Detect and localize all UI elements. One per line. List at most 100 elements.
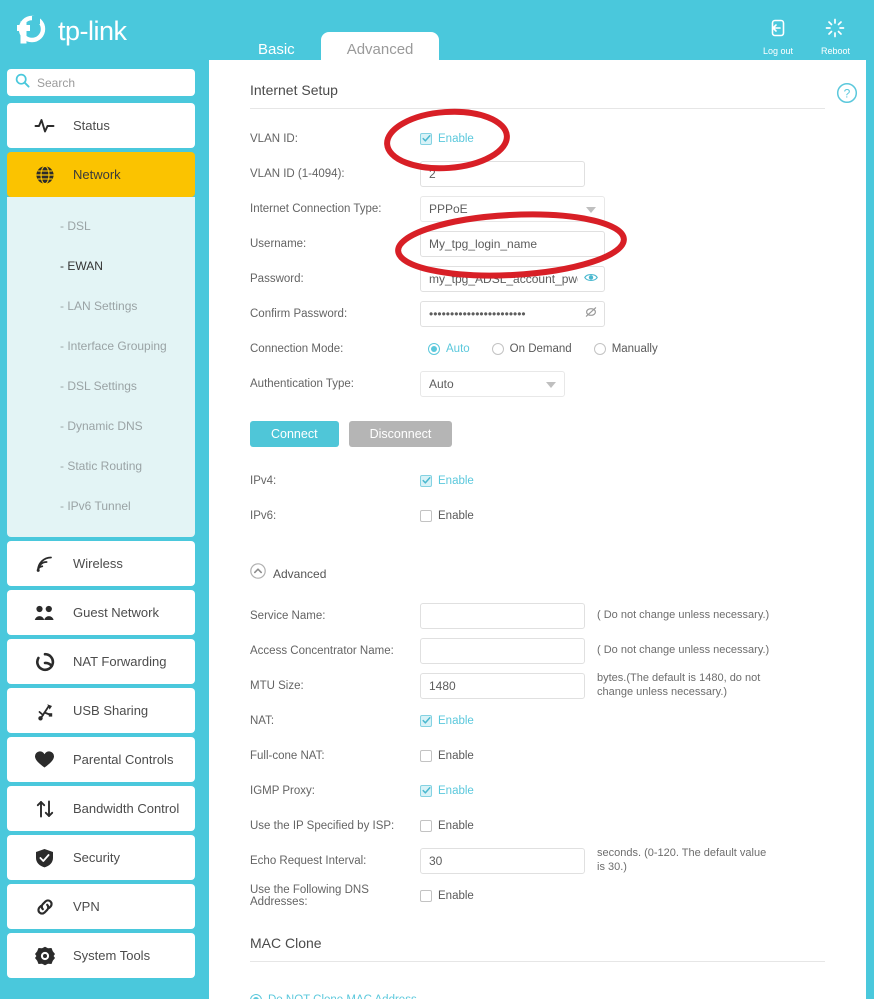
sidebar-item-label: Status bbox=[73, 118, 110, 133]
connect-button[interactable]: Connect bbox=[250, 421, 339, 447]
sidebar-subitem-lan-settings[interactable]: - LAN Settings bbox=[7, 286, 195, 326]
reboot-label: Reboot bbox=[820, 46, 850, 56]
question-mark-icon[interactable]: ? bbox=[836, 82, 858, 107]
sidebar-subitem-static-routing[interactable]: - Static Routing bbox=[7, 446, 195, 486]
disconnect-button[interactable]: Disconnect bbox=[348, 421, 453, 447]
sidebar-item-label: System Tools bbox=[73, 948, 151, 963]
row-username: Username: bbox=[250, 228, 825, 259]
conn-mode-manually-label: Manually bbox=[611, 342, 658, 355]
sidebar-subitem-ewan[interactable]: - EWAN bbox=[7, 246, 195, 286]
mtu-size-input[interactable] bbox=[420, 672, 585, 699]
fullcone-nat-checkbox[interactable]: Enable bbox=[420, 749, 474, 762]
nat-enable-label: Enable bbox=[438, 714, 474, 727]
sidebar-item-bandwidth-control[interactable]: Bandwidth Control bbox=[7, 786, 195, 831]
password-input[interactable] bbox=[420, 265, 605, 292]
sidebar-item-status[interactable]: Status bbox=[7, 103, 195, 148]
checkbox-box bbox=[420, 132, 432, 145]
mac-clone-options: Do NOT Clone MAC Address Clone Current C… bbox=[209, 984, 866, 999]
sidebar-item-usb-sharing[interactable]: USB Sharing bbox=[7, 688, 195, 733]
sidebar-nav: Status Network - DSL - EWAN - LAN Settin… bbox=[7, 103, 195, 982]
echo-request-input[interactable] bbox=[420, 847, 585, 874]
access-concentrator-hint: ( Do not change unless necessary.) bbox=[597, 643, 770, 656]
sidebar-item-wireless[interactable]: Wireless bbox=[7, 541, 195, 586]
section-title: Internet Setup bbox=[250, 82, 338, 98]
logout-button[interactable]: Log out bbox=[763, 18, 793, 56]
router-admin-page: tp-link Basic Advanced Log out Reboot Se… bbox=[0, 0, 874, 999]
tp-link-logo-icon bbox=[12, 10, 54, 52]
sidebar-subitem-dsl[interactable]: - DSL bbox=[7, 206, 195, 246]
radio-dot bbox=[593, 342, 606, 355]
sidebar-item-system-tools[interactable]: System Tools bbox=[7, 933, 195, 978]
radio-dot bbox=[250, 993, 262, 999]
wifi-icon bbox=[34, 553, 55, 574]
ipv6-enable-checkbox[interactable]: Enable bbox=[420, 509, 474, 522]
auth-type-select[interactable]: Auto bbox=[420, 370, 565, 397]
service-name-input[interactable] bbox=[420, 602, 585, 629]
connection-type-value: PPPoE bbox=[429, 201, 468, 216]
dns-addresses-checkbox[interactable]: Enable bbox=[420, 889, 474, 902]
sidebar-item-label: Bandwidth Control bbox=[73, 801, 180, 816]
access-concentrator-input[interactable] bbox=[420, 637, 585, 664]
gear-icon bbox=[34, 945, 55, 966]
sidebar-subitem-interface-grouping[interactable]: - Interface Grouping bbox=[7, 326, 195, 366]
echo-request-label: Echo Request Interval: bbox=[250, 854, 367, 867]
sidebar-item-nat-forwarding[interactable]: NAT Forwarding bbox=[7, 639, 195, 684]
sidebar-item-label: Network bbox=[73, 167, 121, 182]
row-vlan-range: VLAN ID (1-4094): bbox=[250, 158, 825, 189]
row-fullcone-nat: Full-cone NAT: Enable bbox=[250, 740, 825, 771]
checkbox-box bbox=[420, 474, 432, 487]
connection-buttons: Connect Disconnect bbox=[250, 421, 825, 447]
password-label: Password: bbox=[250, 272, 304, 285]
connection-type-select[interactable]: PPPoE bbox=[420, 195, 605, 222]
logout-label: Log out bbox=[762, 46, 793, 56]
sidebar-subitem-dynamic-dns[interactable]: - Dynamic DNS bbox=[7, 406, 195, 446]
vlan-id-input[interactable] bbox=[420, 160, 585, 187]
sidebar-item-vpn[interactable]: VPN bbox=[7, 884, 195, 929]
conn-mode-auto-radio[interactable]: Auto bbox=[428, 342, 470, 355]
sidebar-item-label: USB Sharing bbox=[73, 703, 149, 718]
sidebar-item-security[interactable]: Security bbox=[7, 835, 195, 880]
ipv6-enable-label: Enable bbox=[438, 509, 474, 522]
igmp-proxy-checkbox[interactable]: Enable bbox=[420, 784, 474, 797]
checkbox-box bbox=[420, 819, 432, 832]
advanced-toggle[interactable]: Advanced bbox=[250, 563, 825, 584]
nat-enable-checkbox[interactable]: Enable bbox=[420, 714, 474, 727]
igmp-proxy-enable-label: Enable bbox=[438, 784, 474, 797]
isp-ip-checkbox[interactable]: Enable bbox=[420, 819, 474, 832]
username-input[interactable] bbox=[420, 230, 605, 257]
row-dns-addresses: Use the Following DNS Addresses: Enable bbox=[250, 880, 825, 911]
row-password: Password: bbox=[250, 263, 825, 294]
eye-visible-icon[interactable] bbox=[584, 270, 598, 288]
eye-hidden-icon[interactable] bbox=[584, 305, 598, 323]
search-input[interactable] bbox=[37, 75, 182, 90]
internet-setup-form: VLAN ID: Enable VLAN ID (1-4094): 2 Inte… bbox=[209, 123, 866, 911]
conn-mode-ondemand-radio[interactable]: On Demand bbox=[491, 342, 572, 355]
reboot-button[interactable]: Reboot bbox=[821, 18, 850, 56]
chevron-down-icon bbox=[546, 381, 556, 388]
sidebar-subitem-ipv6-tunnel[interactable]: - IPv6 Tunnel bbox=[7, 486, 195, 526]
echo-request-hint: seconds. (0-120. The default value is 30… bbox=[597, 846, 767, 873]
mac-do-not-clone-radio[interactable]: Do NOT Clone MAC Address bbox=[250, 993, 417, 999]
globe-icon bbox=[34, 164, 55, 185]
conn-mode-manually-radio[interactable]: Manually bbox=[593, 342, 658, 355]
radio-dot bbox=[428, 342, 440, 355]
ipv6-label: IPv6: bbox=[250, 509, 277, 522]
link-icon bbox=[34, 896, 55, 917]
sidebar-subitem-dsl-settings[interactable]: - DSL Settings bbox=[7, 366, 195, 406]
sidebar-item-guest-network[interactable]: Guest Network bbox=[7, 590, 195, 635]
top-tabs: Basic Advanced bbox=[232, 0, 440, 68]
usb-icon bbox=[34, 700, 55, 721]
section-divider bbox=[250, 961, 825, 962]
sidebar-item-parental-controls[interactable]: Parental Controls bbox=[7, 737, 195, 782]
ipv4-enable-checkbox[interactable]: Enable bbox=[420, 474, 474, 487]
vlan-enable-checkbox[interactable]: Enable bbox=[420, 132, 474, 145]
row-connection-type: Internet Connection Type: PPPoE bbox=[250, 193, 825, 224]
confirm-password-input[interactable] bbox=[420, 300, 605, 327]
confirm-password-label: Confirm Password: bbox=[250, 307, 348, 320]
row-isp-ip: Use the IP Specified by ISP: Enable bbox=[250, 810, 825, 841]
row-mtu-size: MTU Size: bytes.(The default is 1480, do… bbox=[250, 670, 825, 701]
nat-icon bbox=[34, 651, 55, 672]
shield-icon bbox=[34, 847, 55, 868]
sidebar-item-network[interactable]: Network bbox=[7, 152, 195, 197]
search-box[interactable] bbox=[7, 69, 195, 96]
